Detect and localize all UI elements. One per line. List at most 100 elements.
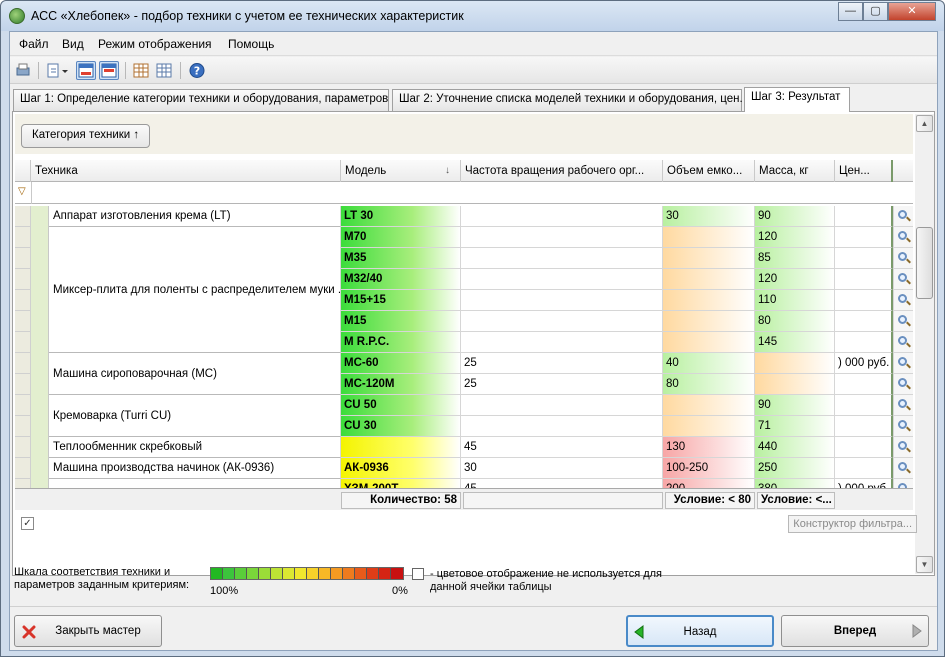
mass-cell[interactable]: 90 [755, 206, 835, 227]
column-header-tech[interactable]: Техника [31, 160, 341, 182]
frequency-cell[interactable]: 25 [461, 353, 663, 374]
menu-view[interactable]: Вид [62, 37, 84, 51]
tech-name-cell[interactable]: Миксер-плита для поленты с распределител… [49, 227, 341, 353]
filter-constructor-button[interactable]: Конструктор фильтра... [788, 515, 917, 533]
menu-file[interactable]: Файл [19, 37, 49, 51]
print-icon[interactable] [13, 61, 33, 80]
mass-cell[interactable]: 71 [755, 416, 835, 437]
table-icon[interactable] [154, 61, 174, 80]
price-cell[interactable] [835, 248, 893, 269]
magnifier-icon[interactable] [893, 437, 913, 458]
group-category-button[interactable]: Категория техники ↑ [21, 124, 151, 148]
menu-help[interactable]: Помощь [228, 37, 274, 51]
volume-cell[interactable]: 40 [663, 353, 755, 374]
minimize-button[interactable]: — [838, 2, 863, 21]
magnifier-icon[interactable] [893, 374, 913, 395]
magnifier-icon[interactable] [893, 353, 913, 374]
column-header-volume[interactable]: Объем емко... [663, 160, 755, 182]
close-wizard-button[interactable]: Закрыть мастер [14, 615, 162, 647]
volume-cell[interactable]: 80 [663, 374, 755, 395]
mass-cell[interactable]: 120 [755, 269, 835, 290]
price-cell[interactable] [835, 395, 893, 416]
volume-cell[interactable] [663, 395, 755, 416]
filter-enabled-checkbox[interactable]: ✓ [21, 517, 34, 530]
filter-icon[interactable]: ▽ [18, 186, 26, 197]
title-bar[interactable]: АСС «Хлебопек» - подбор техники с учетом… [1, 1, 944, 31]
tech-name-cell[interactable]: Теплообменник скребковый [49, 437, 341, 458]
volume-cell[interactable]: 100-250 [663, 458, 755, 479]
model-cell[interactable]: M R.P.C. [341, 332, 461, 353]
magnifier-icon[interactable] [893, 416, 913, 437]
filter-row[interactable]: ▽ [15, 182, 913, 204]
price-cell[interactable] [835, 332, 893, 353]
magnifier-icon[interactable] [893, 395, 913, 416]
frequency-cell[interactable] [461, 332, 663, 353]
magnifier-icon[interactable] [893, 269, 913, 290]
price-cell[interactable] [835, 458, 893, 479]
frequency-cell[interactable]: 45 [461, 437, 663, 458]
frequency-cell[interactable] [461, 227, 663, 248]
maximize-button[interactable]: ▢ [863, 2, 888, 21]
grid-view-alt-icon[interactable] [99, 61, 119, 80]
help-icon[interactable]: ? [187, 61, 207, 80]
columns-icon[interactable] [131, 61, 151, 80]
mass-cell[interactable] [755, 374, 835, 395]
mass-cell[interactable]: 110 [755, 290, 835, 311]
model-cell[interactable]: M35 [341, 248, 461, 269]
column-header-price[interactable]: Цен... [835, 160, 893, 182]
frequency-cell[interactable]: 25 [461, 374, 663, 395]
frequency-cell[interactable] [461, 311, 663, 332]
frequency-cell[interactable] [461, 248, 663, 269]
grid-view-icon[interactable] [76, 61, 96, 80]
volume-cell[interactable] [663, 311, 755, 332]
model-cell[interactable]: M15 [341, 311, 461, 332]
price-cell[interactable] [835, 269, 893, 290]
model-cell[interactable] [341, 437, 461, 458]
model-cell[interactable]: МС-120М [341, 374, 461, 395]
frequency-cell[interactable] [461, 206, 663, 227]
frequency-cell[interactable] [461, 269, 663, 290]
model-cell[interactable]: АК-0936 [341, 458, 461, 479]
mass-cell[interactable]: 80 [755, 311, 835, 332]
frequency-cell[interactable] [461, 290, 663, 311]
frequency-cell[interactable] [461, 395, 663, 416]
tab-step-3[interactable]: Шаг 3: Результат [744, 87, 850, 112]
scroll-up-arrow-icon[interactable]: ▲ [916, 115, 933, 132]
volume-cell[interactable] [663, 269, 755, 290]
model-cell[interactable]: CU 30 [341, 416, 461, 437]
model-cell[interactable]: МС-60 [341, 353, 461, 374]
magnifier-icon[interactable] [893, 290, 913, 311]
tech-name-cell[interactable]: Машина производства начинок (АК-0936) [49, 458, 341, 479]
mass-cell[interactable]: 85 [755, 248, 835, 269]
column-header-frequency[interactable]: Частота вращения рабочего орг... [461, 160, 663, 182]
tech-name-cell[interactable]: Кремоварка (Turri CU) [49, 395, 341, 437]
column-header-mass[interactable]: Масса, кг [755, 160, 835, 182]
price-cell[interactable] [835, 374, 893, 395]
tech-name-cell[interactable]: Аппарат изготовления крема (LT) [49, 206, 341, 227]
model-cell[interactable]: M32/40 [341, 269, 461, 290]
magnifier-icon[interactable] [893, 206, 913, 227]
tech-name-cell[interactable]: Машина сироповарочная (МС) [49, 353, 341, 395]
magnifier-icon[interactable] [893, 332, 913, 353]
model-cell[interactable]: LT 30 [341, 206, 461, 227]
frequency-cell[interactable]: 30 [461, 458, 663, 479]
volume-cell[interactable] [663, 416, 755, 437]
price-cell[interactable] [835, 206, 893, 227]
price-cell[interactable] [835, 311, 893, 332]
volume-cell[interactable]: 130 [663, 437, 755, 458]
price-cell[interactable] [835, 437, 893, 458]
close-window-button[interactable]: ✕ [888, 2, 936, 21]
export-icon[interactable] [44, 61, 72, 80]
mass-cell[interactable]: 440 [755, 437, 835, 458]
model-cell[interactable]: M70 [341, 227, 461, 248]
price-cell[interactable]: ) 000 руб. [835, 353, 893, 374]
frequency-cell[interactable] [461, 416, 663, 437]
magnifier-icon[interactable] [893, 311, 913, 332]
model-cell[interactable]: M15+15 [341, 290, 461, 311]
price-cell[interactable] [835, 416, 893, 437]
magnifier-icon[interactable] [893, 227, 913, 248]
mass-cell[interactable] [755, 353, 835, 374]
mass-cell[interactable]: 90 [755, 395, 835, 416]
next-button[interactable]: Вперед [781, 615, 929, 647]
scroll-thumb[interactable] [916, 227, 933, 299]
